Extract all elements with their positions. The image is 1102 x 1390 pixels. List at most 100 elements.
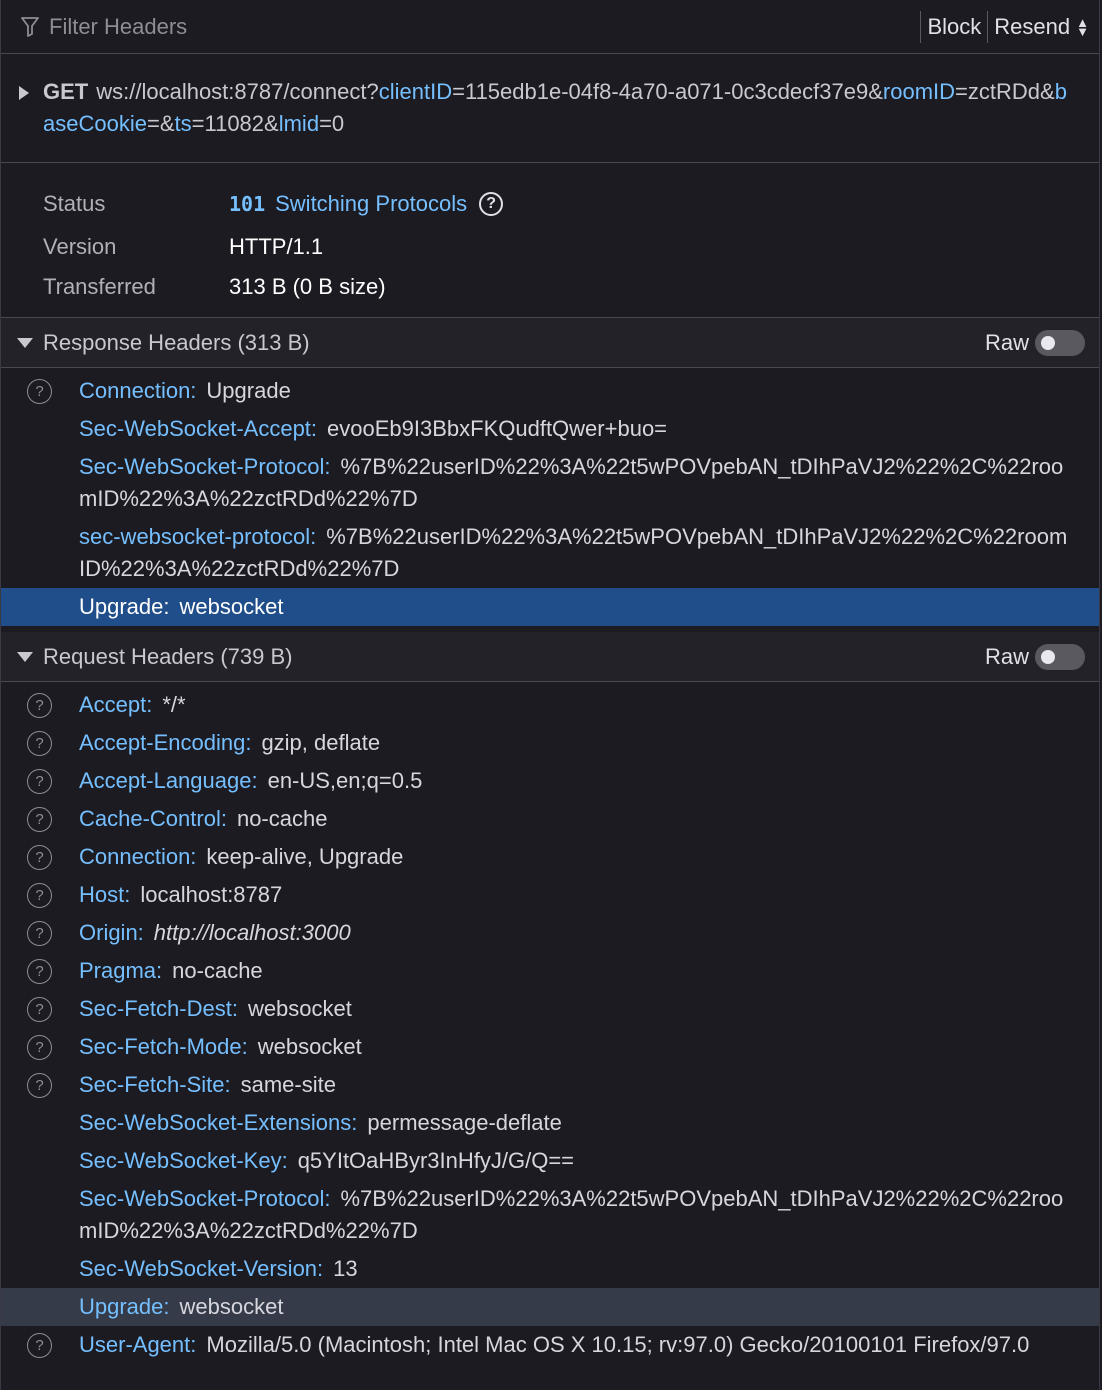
collapse-request-headers-icon[interactable] — [17, 651, 33, 662]
header-row[interactable]: Sec-WebSocket-Extensions: permessage-defl… — [1, 1104, 1099, 1142]
response-headers-list: ? Connection: Upgrade Sec-WebSocket-Accept:… — [1, 368, 1099, 632]
url-param-eq: = — [452, 79, 465, 104]
header-row[interactable]: Sec-WebSocket-Version: 13 — [1, 1250, 1099, 1288]
header-row[interactable]: ? Connection: keep-alive, Upgrade — [1, 838, 1099, 876]
header-row[interactable]: Upgrade: websocket — [1, 588, 1099, 626]
header-row[interactable]: ? Sec-Fetch-Dest: websocket — [1, 990, 1099, 1028]
header-help-icon[interactable]: ? — [27, 921, 52, 946]
header-help-icon[interactable]: ? — [27, 693, 52, 718]
header-row[interactable]: ? Accept-Encoding: gzip, deflate — [1, 724, 1099, 762]
url-param-amp: & — [868, 79, 883, 104]
header-row[interactable]: ? Host: localhost:8787 — [1, 876, 1099, 914]
header-help-icon[interactable]: ? — [27, 1333, 52, 1358]
status-help-icon[interactable]: ? — [479, 192, 504, 216]
header-row[interactable]: ? Cache-Control: no-cache — [1, 800, 1099, 838]
expand-url-icon[interactable] — [19, 86, 29, 100]
transferred-label: Transferred — [43, 274, 156, 299]
header-value: keep-alive, Upgrade — [206, 844, 404, 869]
collapse-response-headers-icon[interactable] — [17, 337, 33, 348]
response-summary: Status 101 Switching Protocols ? Version… — [1, 163, 1099, 318]
header-value: Upgrade — [206, 378, 291, 403]
header-row[interactable]: ? Sec-Fetch-Site: same-site — [1, 1066, 1099, 1104]
header-help-icon[interactable]: ? — [27, 883, 52, 908]
header-row[interactable]: Sec-WebSocket-Protocol: %7B%22userID%22%3… — [1, 448, 1099, 518]
header-row[interactable]: ? Connection: Upgrade — [1, 372, 1099, 410]
header-help-icon[interactable]: ? — [27, 807, 52, 832]
header-name: Upgrade: — [79, 594, 170, 619]
header-help-icon[interactable]: ? — [27, 1035, 52, 1060]
header-name: Sec-WebSocket-Extensions: — [79, 1110, 358, 1135]
response-raw-toggle[interactable] — [1035, 329, 1085, 356]
header-help-icon[interactable]: ? — [27, 731, 52, 756]
request-method: GET — [43, 79, 89, 104]
header-value: en-US,en;q=0.5 — [267, 768, 423, 793]
header-help-icon[interactable]: ? — [27, 959, 52, 984]
header-name: Accept-Encoding: — [79, 730, 252, 755]
url-param-amp: & — [264, 111, 279, 136]
filter-icon — [21, 16, 41, 37]
header-row[interactable]: ? Origin: http://localhost:3000 — [1, 914, 1099, 952]
header-value: websocket — [257, 1034, 362, 1059]
url-param-value: 11082 — [204, 111, 265, 136]
header-value: no-cache — [172, 958, 263, 983]
header-value: evooEb9I3BbxFKQudftQwer+buo= — [327, 416, 668, 441]
header-row[interactable]: Sec-WebSocket-Accept: evooEb9I3BbxFKQudft… — [1, 410, 1099, 448]
toggle-knob — [1041, 335, 1055, 350]
header-help-icon[interactable]: ? — [27, 1073, 52, 1098]
header-row[interactable]: ? User-Agent: Mozilla/5.0 (Macintosh; Inte… — [1, 1326, 1099, 1364]
header-help-icon[interactable]: ? — [27, 769, 52, 794]
header-value: q5YItOaHByr3InHfyJ/G/Q== — [297, 1148, 575, 1173]
header-row[interactable]: Sec-WebSocket-Key: q5YItOaHByr3InHfyJ/G/Q… — [1, 1142, 1099, 1180]
header-value: http://localhost:3000 — [153, 920, 351, 945]
header-value: 13 — [333, 1256, 358, 1281]
resend-button[interactable]: Resend ▲ ▼ — [988, 0, 1099, 53]
response-raw-label: Raw — [984, 329, 1029, 355]
url-param-value: zctRDd — [967, 79, 1041, 104]
header-row[interactable]: ? Sec-Fetch-Mode: websocket — [1, 1028, 1099, 1066]
resend-dropdown-icon: ▲ ▼ — [1076, 14, 1089, 39]
url-param-amp: & — [159, 111, 175, 136]
header-name: Connection: — [79, 844, 197, 869]
url-param-eq: = — [319, 111, 332, 136]
request-headers-title: Request Headers (739 B) — [43, 643, 293, 669]
header-name: User-Agent: — [79, 1332, 197, 1357]
header-row[interactable]: sec-websocket-protocol: %7B%22userID%22%3… — [1, 518, 1099, 588]
request-headers-section-header[interactable]: Request Headers (739 B) Raw — [1, 632, 1099, 682]
version-value: HTTP/1.1 — [229, 234, 324, 259]
header-help-icon[interactable]: ? — [27, 997, 52, 1022]
header-row[interactable]: ? Accept-Language: en-US,en;q=0.5 — [1, 762, 1099, 800]
header-row[interactable]: Sec-WebSocket-Protocol: %7B%22userID%22%3… — [1, 1180, 1099, 1250]
header-value: no-cache — [236, 806, 328, 831]
header-value: gzip, deflate — [261, 730, 381, 755]
header-row[interactable]: ? Pragma: no-cache — [1, 952, 1099, 990]
header-name: Sec-Fetch-Dest: — [79, 996, 238, 1021]
header-name: Host: — [79, 882, 131, 907]
header-row[interactable]: ? Accept: */* — [1, 686, 1099, 724]
request-url: ws://localhost:8787/connect?clientID=115… — [43, 79, 1067, 136]
header-name: Pragma: — [79, 958, 163, 983]
block-button[interactable]: Block — [921, 0, 987, 53]
request-url-row[interactable]: GET ws://localhost:8787/connect?clientID=… — [1, 54, 1099, 163]
response-headers-section-header[interactable]: Response Headers (313 B) Raw — [1, 318, 1099, 368]
filter-headers-input[interactable] — [49, 13, 921, 40]
header-row[interactable]: Upgrade: websocket — [1, 1288, 1099, 1326]
url-param-eq: = — [955, 79, 968, 104]
toggle-knob — [1041, 649, 1055, 664]
status-row: Status 101 Switching Protocols ? — [1, 181, 1099, 227]
resend-label: Resend — [994, 13, 1071, 39]
header-name: Sec-WebSocket-Protocol: — [79, 454, 331, 479]
header-name: Sec-WebSocket-Accept: — [79, 416, 318, 441]
request-raw-toggle[interactable] — [1035, 643, 1085, 670]
status-text: Switching Protocols — [275, 191, 468, 216]
response-headers-title: Response Headers (313 B) — [43, 329, 310, 355]
url-param-key: roomID — [882, 79, 956, 104]
header-help-icon[interactable]: ? — [27, 845, 52, 870]
header-value: permessage-deflate — [367, 1110, 562, 1135]
url-param-key: lmid — [278, 111, 320, 136]
version-row: Version HTTP/1.1 — [1, 227, 1099, 267]
header-name: Upgrade: — [79, 1294, 170, 1319]
filter-toolbar: Block Resend ▲▼ — [1, 0, 1099, 54]
header-name: Accept: — [79, 692, 153, 717]
request-headers-list: ? Accept: */*? Accept-Encoding: gzip, deflat… — [1, 682, 1099, 1370]
header-help-icon[interactable]: ? — [27, 379, 52, 404]
